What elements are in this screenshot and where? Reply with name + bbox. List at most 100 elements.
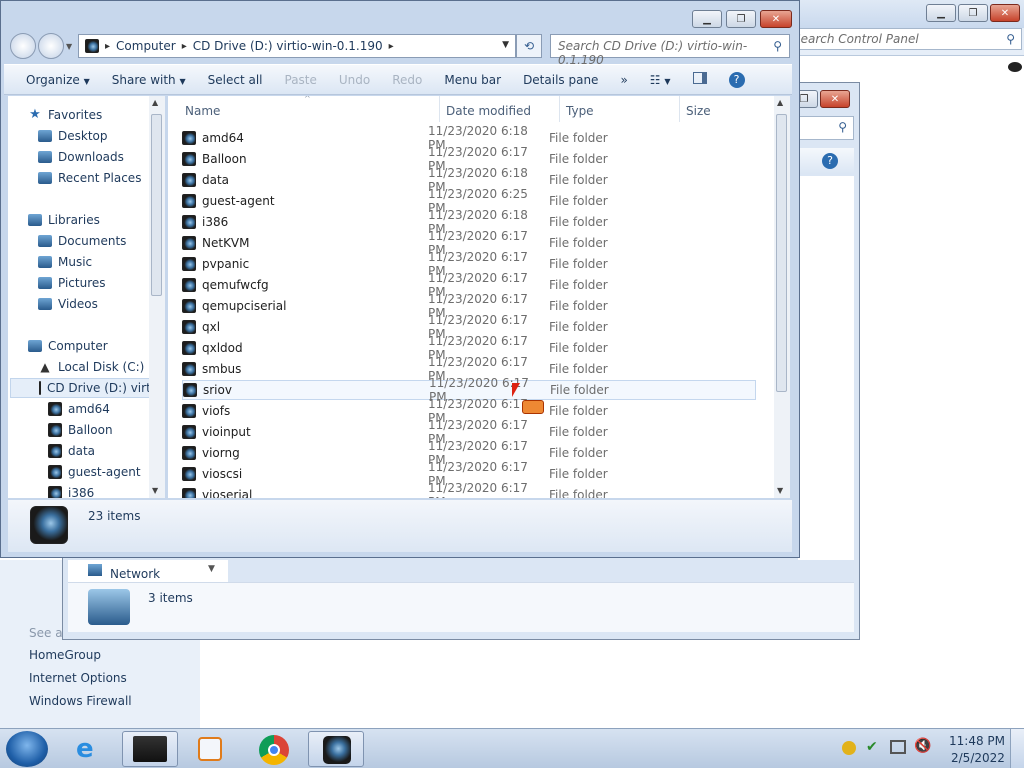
select-all-button[interactable]: Select all [197,73,274,87]
address-bar[interactable]: ▸ Computer ▸ CD Drive (D:) virtio-win-0.… [78,34,516,58]
tree-documents[interactable]: Documents [38,231,126,251]
tree-sub-i386[interactable]: i386 [48,483,94,498]
chevron-right-icon: ▸ [181,40,187,52]
details-pane-button[interactable]: Details pane [512,73,609,87]
net-tree-network-label: Network [110,567,161,581]
tree-downloads[interactable]: Downloads [38,147,124,167]
tree-sub-amd64[interactable]: amd64 [48,399,110,419]
file-type: File folder [549,173,608,187]
taskbar-media-player[interactable] [182,731,238,767]
column-header-type[interactable]: Type [566,104,594,118]
column-divider[interactable] [679,96,680,122]
tree-desktop[interactable]: Desktop [38,126,108,146]
file-type: File folder [549,425,608,439]
scroll-down-arrow[interactable]: ▼ [777,486,783,495]
tree-sub-balloon[interactable]: Balloon [48,420,113,440]
preview-pane-button[interactable] [682,72,718,87]
breadcrumb-cd-drive[interactable]: CD Drive (D:) virtio-win-0.1.190 [193,39,383,53]
organize-button[interactable]: Organize ▼ [4,73,101,87]
cp-search-input[interactable]: Search Control Panel ⚲ [786,28,1022,50]
redo-button[interactable]: Redo [381,73,433,87]
scroll-up-arrow[interactable]: ▲ [777,98,783,107]
undo-button[interactable]: Undo [328,73,381,87]
navigation-scrollbar[interactable]: ▲ ▼ [149,96,165,498]
minimize-button[interactable]: ▁ [692,10,722,28]
tree-sub-guest-agent[interactable]: guest-agent [48,462,141,482]
taskbar-chrome[interactable] [246,731,302,767]
tree-favorites[interactable]: ★ Favorites [28,105,102,125]
clock-time[interactable]: 11:48 PM [949,734,1005,748]
clock-date[interactable]: 2/5/2022 [951,751,1005,765]
chevron-right-icon: ▸ [105,40,111,52]
tree-local-disk[interactable]: ▲ Local Disk (C:) [38,357,144,377]
taskbar-explorer-cd[interactable] [308,731,364,767]
tree-computer[interactable]: Computer [28,336,108,356]
help-icon[interactable]: ? [822,153,838,169]
column-divider[interactable] [559,96,560,122]
show-desktop-button[interactable] [1010,729,1024,768]
menu-bar-button[interactable]: Menu bar [433,73,512,87]
back-button[interactable] [10,33,36,59]
tray-network-icon[interactable] [890,740,906,754]
paste-button[interactable]: Paste [274,73,328,87]
tree-pictures[interactable]: Pictures [38,273,106,293]
cp-close-button[interactable]: ✕ [990,4,1020,22]
scroll-down-arrow[interactable]: ▼ [152,486,158,495]
cp-minimize-button[interactable]: ▁ [926,4,956,22]
cp-link-homegroup[interactable]: HomeGroup [29,648,101,662]
tree-videos[interactable]: Videos [38,294,98,314]
tree-recent-places[interactable]: Recent Places [38,168,141,188]
close-button[interactable]: ✕ [760,10,792,28]
file-list-scrollbar[interactable]: ▲ ▼ [774,96,790,498]
file-type: File folder [549,446,608,460]
cp-link-internet-options[interactable]: Internet Options [29,671,127,685]
column-header-name[interactable]: Name [185,104,220,118]
taskbar-control-panel[interactable] [122,731,178,767]
tree-desktop-label: Desktop [58,129,108,143]
documents-icon [38,235,52,247]
tree-music[interactable]: Music [38,252,92,272]
file-list-scroll-thumb[interactable] [776,114,787,392]
cp-maximize-button[interactable]: ❐ [958,4,988,22]
net-tree-network[interactable]: Network [68,560,228,582]
file-row[interactable]: vioserial 11/23/2020 6:17 PM File folder [182,481,756,498]
net-search-input[interactable]: ⚲ [798,116,854,140]
tree-pictures-label: Pictures [58,276,106,290]
help-button[interactable]: ? [718,71,756,88]
tray-volume-muted-icon[interactable]: 🔇 [914,738,931,754]
file-name: vioinput [202,425,251,439]
more-commands-button[interactable]: » [609,73,638,87]
forward-button[interactable] [38,33,64,59]
column-divider[interactable] [439,96,440,122]
tree-sub-data[interactable]: data [48,441,95,461]
breadcrumb-computer[interactable]: Computer [116,39,176,53]
navigation-scroll-thumb[interactable] [151,114,162,296]
column-header-date[interactable]: Date modified [446,104,531,118]
internet-explorer-icon: e [76,734,94,764]
tree-libraries[interactable]: Libraries [28,210,100,230]
tray-notification-icon[interactable] [842,741,856,755]
scroll-up-arrow[interactable]: ▲ [152,98,158,107]
view-options-button[interactable]: ☷ ▼ [639,73,682,87]
recent-pages-arrow[interactable]: ▼ [66,42,72,51]
net-close-button[interactable]: ✕ [820,90,850,108]
maximize-button[interactable]: ❐ [726,10,756,28]
net-tree-scroll-arrow[interactable]: ▼ [208,564,215,574]
sort-ascending-icon: ^ [304,96,311,103]
column-header-size[interactable]: Size [686,104,711,118]
share-with-button[interactable]: Share with ▼ [101,73,197,87]
tree-documents-label: Documents [58,234,127,248]
search-input[interactable]: Search CD Drive (D:) virtio-win-0.1.190 … [550,34,790,67]
address-dropdown-arrow[interactable]: ▼ [502,40,509,50]
taskbar-internet-explorer[interactable]: e [64,731,120,767]
file-name: qemufwcfg [202,278,269,292]
tray-security-icon[interactable]: ✔ [866,739,878,755]
downloads-icon [38,151,52,163]
cp-link-windows-firewall[interactable]: Windows Firewall [29,694,132,708]
start-button[interactable] [6,731,48,767]
file-type: File folder [549,278,608,292]
folder-icon [182,236,196,250]
refresh-button[interactable]: ⟲ [516,34,542,58]
tree-cd-drive[interactable]: CD Drive (D:) virtio-win-0.1.190 [10,378,165,398]
file-name: NetKVM [202,236,250,250]
